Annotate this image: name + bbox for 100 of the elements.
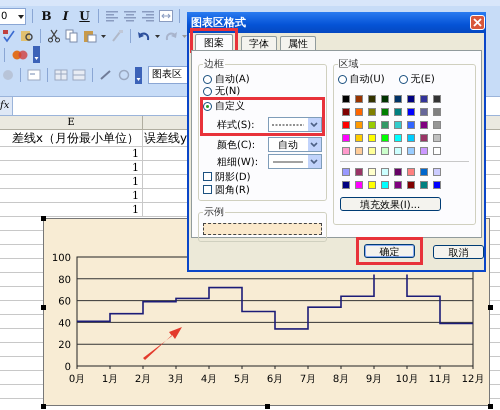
color-swatch[interactable] [394,181,402,189]
align-right-icon[interactable] [141,10,155,22]
color-swatch[interactable] [432,168,441,176]
column-header[interactable]: E [0,116,143,129]
color-swatch[interactable] [420,168,428,176]
cancel-button[interactable]: 取消 [433,245,484,259]
resize-handle[interactable] [41,216,46,221]
toolbar-options-icon[interactable] [135,66,142,84]
resize-handle[interactable] [488,305,493,310]
color-swatch[interactable] [368,181,376,189]
radio-option[interactable]: 自动(U) [338,73,385,85]
color-swatch[interactable] [368,121,376,129]
close-button[interactable] [470,15,485,30]
fill-effects-button[interactable]: 填充效果(I)... [340,197,441,211]
color-swatch[interactable] [368,95,376,103]
radio-option[interactable]: 自定义 [203,100,322,112]
color-swatch[interactable] [432,95,441,103]
underline-button[interactable]: U [77,8,92,24]
color-swatch[interactable] [406,181,415,189]
by-row-icon[interactable] [72,69,86,81]
color-swatch[interactable] [342,108,350,116]
italic-button[interactable]: I [58,8,73,24]
checkbox-option[interactable]: 阴影(D) [203,170,322,183]
color-swatch[interactable] [394,168,402,176]
group-title: 区域 [338,58,360,71]
color-swatch[interactable] [432,134,441,142]
color-swatch[interactable] [380,95,389,103]
color-swatch[interactable] [432,147,441,155]
color-swatch[interactable] [354,147,363,155]
angle-text-icon[interactable] [99,69,113,81]
color-swatch[interactable] [420,121,428,129]
font-size-field[interactable]: 0 [0,8,26,24]
color-swatch[interactable] [420,147,428,155]
color-swatch[interactable] [406,168,415,176]
color-swatch[interactable] [380,134,389,142]
color-swatch[interactable] [368,108,376,116]
align-left-icon[interactable] [105,10,119,22]
radio-option[interactable]: 无(E) [398,73,435,85]
color-swatch[interactable] [380,181,389,189]
color-swatch[interactable] [368,134,376,142]
color-swatch[interactable] [380,147,389,155]
resize-handle[interactable] [41,404,46,409]
color-swatch[interactable] [342,181,350,189]
color-swatch[interactable] [342,168,350,176]
bold-button[interactable]: B [39,8,54,24]
tab[interactable]: 属性 [280,36,316,50]
color-swatch[interactable] [342,134,350,142]
spelling-icon[interactable] [2,28,16,42]
color-swatch[interactable] [406,121,415,129]
color-swatch[interactable] [394,95,402,103]
color-swatch[interactable] [354,108,363,116]
color-swatch[interactable] [380,108,389,116]
color-swatch[interactable] [406,134,415,142]
scissors-icon[interactable] [47,28,61,42]
color-swatch[interactable] [406,147,415,155]
research-icon[interactable] [20,28,34,42]
resize-handle[interactable] [488,404,493,409]
color-swatch[interactable] [368,147,376,155]
color-swatch[interactable] [368,168,376,176]
color-swatch[interactable] [354,181,363,189]
color-swatch[interactable] [432,181,441,189]
tab[interactable]: 字体 [241,36,277,50]
close-icon [473,18,482,27]
checkbox-option[interactable]: 圆角(R) [203,183,322,196]
radio-option[interactable]: 无(N) [203,85,322,97]
color-swatch[interactable] [406,95,415,103]
color-swatch[interactable] [420,134,428,142]
linked-circles-icon[interactable] [11,48,29,62]
color-swatch[interactable] [354,168,363,176]
weight-dropdown[interactable] [268,154,322,169]
resize-handle[interactable] [41,305,46,310]
color-swatch[interactable] [432,108,441,116]
color-swatch[interactable] [420,95,428,103]
dashed-line-icon [272,122,304,126]
legend-icon[interactable] [27,69,41,81]
ok-button[interactable]: 确定 [364,244,415,258]
color-swatch[interactable] [342,95,350,103]
color-swatch[interactable] [342,121,350,129]
color-swatch[interactable] [380,168,389,176]
color-swatch[interactable] [420,181,428,189]
style-dropdown[interactable] [268,117,322,132]
color-swatch[interactable] [354,121,363,129]
align-center-icon[interactable] [123,10,137,22]
resize-handle[interactable] [265,404,270,409]
color-swatch[interactable] [394,108,402,116]
color-swatch[interactable] [354,134,363,142]
data-table-icon[interactable] [54,69,68,81]
merge-cells-icon[interactable] [159,10,173,22]
tab[interactable]: 图案 [195,34,233,50]
color-swatch[interactable] [380,121,389,129]
color-dropdown[interactable]: 自动 [268,137,322,152]
color-swatch[interactable] [342,147,350,155]
toolbar-options-icon[interactable] [33,46,40,63]
color-swatch[interactable] [394,121,402,129]
color-swatch[interactable] [354,95,363,103]
color-swatch[interactable] [394,147,402,155]
color-swatch[interactable] [394,134,402,142]
color-swatch[interactable] [420,108,428,116]
color-swatch[interactable] [406,108,415,116]
color-swatch[interactable] [432,121,441,129]
